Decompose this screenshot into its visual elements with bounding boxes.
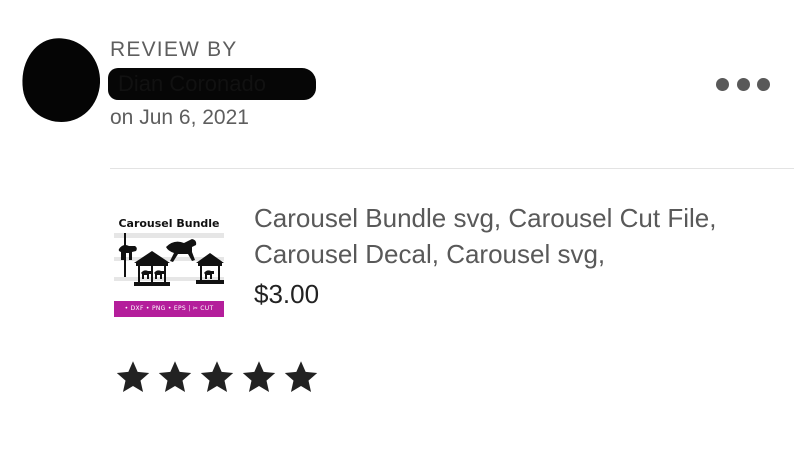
star-icon xyxy=(200,361,234,392)
star-icon xyxy=(242,361,276,392)
reviewer-name[interactable]: Dian Coronado xyxy=(108,68,316,100)
thumbnail-format-band: • DXF • PNG • EPS | ✂ CUT xyxy=(114,301,224,317)
review-by-label: REVIEW BY xyxy=(110,38,238,61)
more-options-button[interactable] xyxy=(716,74,770,94)
listing-price: $3.00 xyxy=(254,279,320,309)
star-rating xyxy=(114,359,320,395)
reviewer-avatar[interactable] xyxy=(16,32,106,128)
listing-title[interactable]: Carousel Bundle svg, Carousel Cut File, … xyxy=(254,200,754,272)
divider xyxy=(110,168,794,169)
more-horizontal-icon-dot xyxy=(757,77,770,91)
star-icon xyxy=(158,361,192,392)
more-horizontal-icon xyxy=(716,77,729,91)
star-icon xyxy=(284,361,318,392)
review-date: on Jun 6, 2021 xyxy=(110,106,249,129)
star-icon xyxy=(116,361,150,392)
listing-thumbnail[interactable]: Carousel Bundle • DXF • PNG • EPS | ✂ CU… xyxy=(114,203,224,317)
more-horizontal-icon-dot xyxy=(736,77,750,91)
carousel-illustration xyxy=(114,233,224,286)
